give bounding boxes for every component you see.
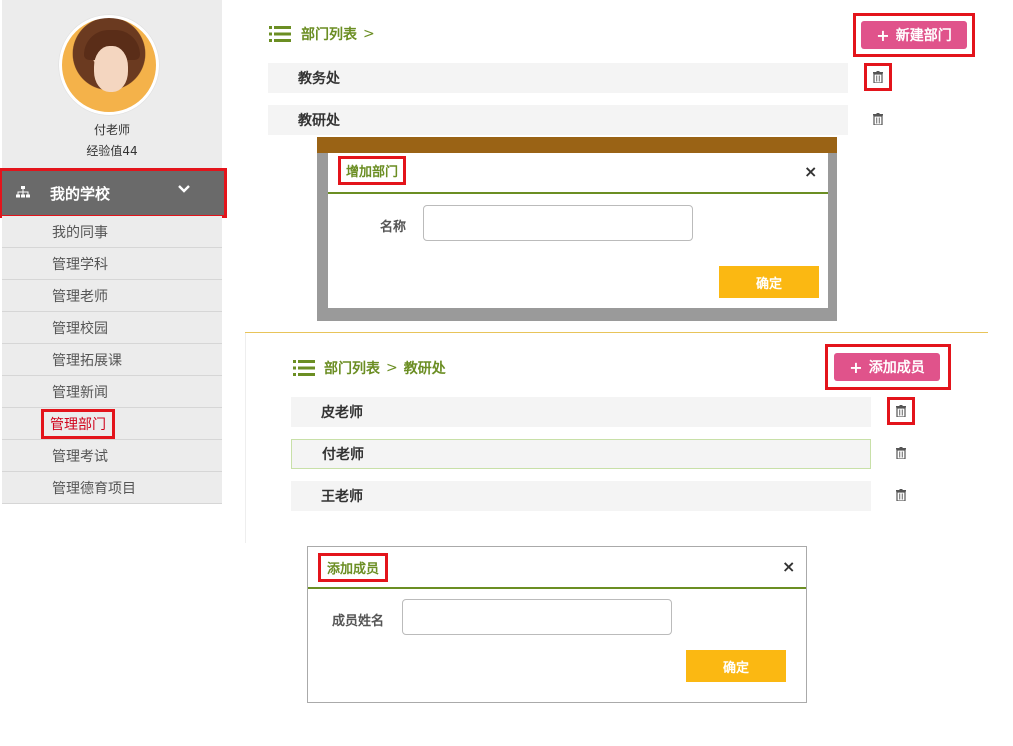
add-member-confirm-button[interactable]: 确定	[686, 650, 786, 682]
member-breadcrumb: 部门列表 > 教研处	[293, 358, 446, 378]
trash-icon[interactable]	[890, 442, 912, 464]
add-dept-modal: 增加部门 × 名称 确定	[328, 153, 828, 308]
sidebar-item-moral-education[interactable]: 管理德育项目	[2, 472, 222, 504]
sidebar-item-exams[interactable]: 管理考试	[2, 440, 222, 472]
add-member-modal: 添加成员 × 成员姓名 确定	[307, 546, 807, 703]
add-member-button[interactable]: + 添加成员	[834, 353, 940, 381]
add-dept-title-highlight: 增加部门	[337, 156, 407, 185]
sidebar-item-colleagues[interactable]: 我的同事	[2, 216, 222, 248]
chevron-down-icon[interactable]	[178, 183, 190, 198]
dept-row[interactable]: 教研处	[268, 105, 848, 135]
list-icon	[269, 25, 291, 43]
member-row[interactable]: 皮老师	[291, 397, 871, 427]
sidebar-item-teachers[interactable]: 管理老师	[2, 280, 222, 312]
trash-icon[interactable]	[887, 397, 915, 425]
sidebar-item-campus[interactable]: 管理校园	[2, 312, 222, 344]
avatar[interactable]	[59, 15, 159, 115]
add-dept-modal-topbar	[317, 137, 837, 153]
org-tree-icon	[16, 185, 36, 201]
dept-row[interactable]: 教务处	[268, 63, 848, 93]
sidebar-submenu: 我的同事 管理学科 管理老师 管理校园 管理拓展课 管理新闻 管理部门 管理考试…	[2, 216, 222, 504]
my-school-menu[interactable]: 我的学校	[0, 168, 227, 218]
new-dept-button[interactable]: + 新建部门	[861, 21, 967, 49]
trash-icon[interactable]	[864, 63, 892, 91]
close-icon[interactable]: ×	[782, 557, 795, 576]
close-icon[interactable]: ×	[804, 162, 817, 181]
add-member-title: 添加成员	[327, 562, 380, 577]
breadcrumb-separator: >	[363, 26, 375, 42]
trash-icon[interactable]	[890, 484, 912, 506]
sidebar-item-departments[interactable]: 管理部门	[2, 408, 222, 440]
member-row[interactable]: 王老师	[291, 481, 871, 511]
sidebar-item-extension-courses[interactable]: 管理拓展课	[2, 344, 222, 376]
member-row[interactable]: 付老师	[291, 439, 871, 469]
trash-icon[interactable]	[867, 108, 889, 130]
dept-name-label: 名称	[380, 220, 407, 235]
breadcrumb: 部门列表 >	[269, 24, 381, 44]
dept-name-input[interactable]	[423, 205, 693, 241]
modal-header-line	[328, 192, 828, 194]
sidebar-item-subjects[interactable]: 管理学科	[2, 248, 222, 280]
teacher-name: 付老师	[93, 123, 130, 137]
breadcrumb-dept-list[interactable]: 部门列表	[301, 24, 357, 44]
add-member-title-highlight: 添加成员	[317, 553, 389, 582]
modal-header-line	[308, 587, 806, 589]
add-dept-title: 增加部门	[346, 165, 399, 180]
plus-icon: +	[849, 357, 863, 377]
member-name-label: 成员姓名	[332, 614, 385, 629]
section-divider	[245, 332, 988, 333]
breadcrumb-dept-list[interactable]: 部门列表	[324, 358, 380, 378]
plus-icon: +	[876, 25, 890, 45]
sidebar-item-news[interactable]: 管理新闻	[2, 376, 222, 408]
experience-value: 经验值44	[86, 144, 138, 158]
list-icon	[293, 359, 315, 377]
my-school-label: 我的学校	[50, 184, 111, 203]
breadcrumb-separator: >	[386, 360, 398, 376]
section-vertical-line	[245, 333, 246, 543]
member-name-input[interactable]	[402, 599, 672, 635]
add-dept-confirm-button[interactable]: 确定	[719, 266, 819, 298]
breadcrumb-current-dept: 教研处	[403, 361, 446, 377]
